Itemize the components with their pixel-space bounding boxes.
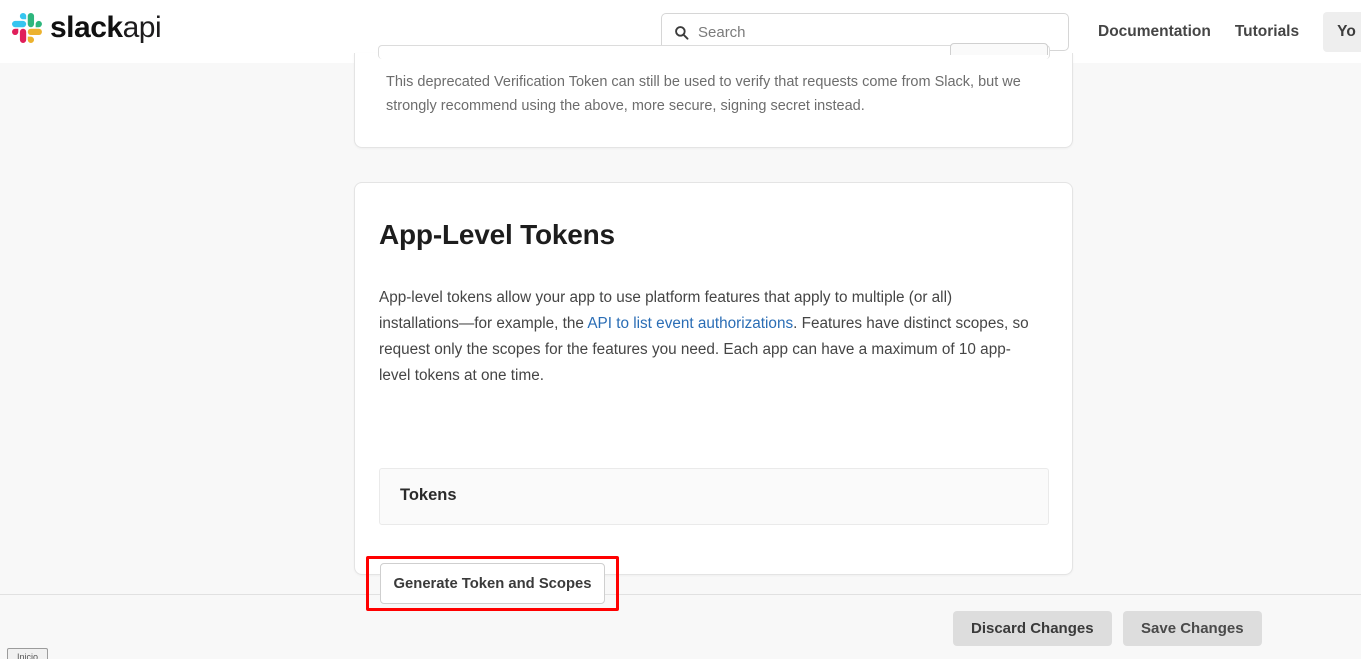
verification-token-note: This deprecated Verification Token can s…: [386, 74, 1021, 114]
save-changes-button[interactable]: Save Changes: [1123, 611, 1262, 646]
api-list-event-authorizations-link[interactable]: API to list event authorizations: [587, 315, 793, 332]
verification-token-card: This deprecated Verification Token can s…: [354, 43, 1073, 148]
your-apps-button[interactable]: Yo: [1323, 11, 1361, 52]
nav-link-tutorials[interactable]: Tutorials: [1235, 23, 1299, 41]
app-level-tokens-description: App-level tokens allow your app to use p…: [379, 285, 1036, 389]
tokens-panel: Tokens: [379, 468, 1049, 525]
page-root: slackapi Documentation Tutorials Yo This…: [0, 0, 1361, 659]
taskbar-start-chip[interactable]: Inicio: [7, 648, 48, 659]
generate-token-and-scopes-button[interactable]: Generate Token and Scopes: [380, 563, 605, 604]
search-icon: [675, 25, 689, 40]
search-input[interactable]: [698, 23, 1056, 41]
logo-word-api: api: [122, 11, 162, 44]
main-content: This deprecated Verification Token can s…: [0, 43, 1361, 611]
app-level-tokens-card: App-Level Tokens App-level tokens allow …: [354, 182, 1073, 575]
nav-link-documentation[interactable]: Documentation: [1098, 23, 1211, 41]
logo-word-slack: slack: [50, 11, 123, 44]
slack-hash-icon: [12, 13, 42, 43]
sticky-footer-bar: Discard Changes Save Changes: [0, 594, 1361, 659]
tokens-panel-title: Tokens: [400, 486, 457, 504]
logo-wordmark: slackapi: [50, 11, 162, 44]
header-nav: Documentation Tutorials Yo: [1098, 0, 1361, 63]
verification-token-regenerate-button[interactable]: [950, 43, 1048, 55]
app-level-tokens-title: App-Level Tokens: [379, 219, 615, 250]
discard-changes-button[interactable]: Discard Changes: [953, 611, 1112, 646]
slack-api-logo[interactable]: slackapi: [12, 11, 162, 44]
